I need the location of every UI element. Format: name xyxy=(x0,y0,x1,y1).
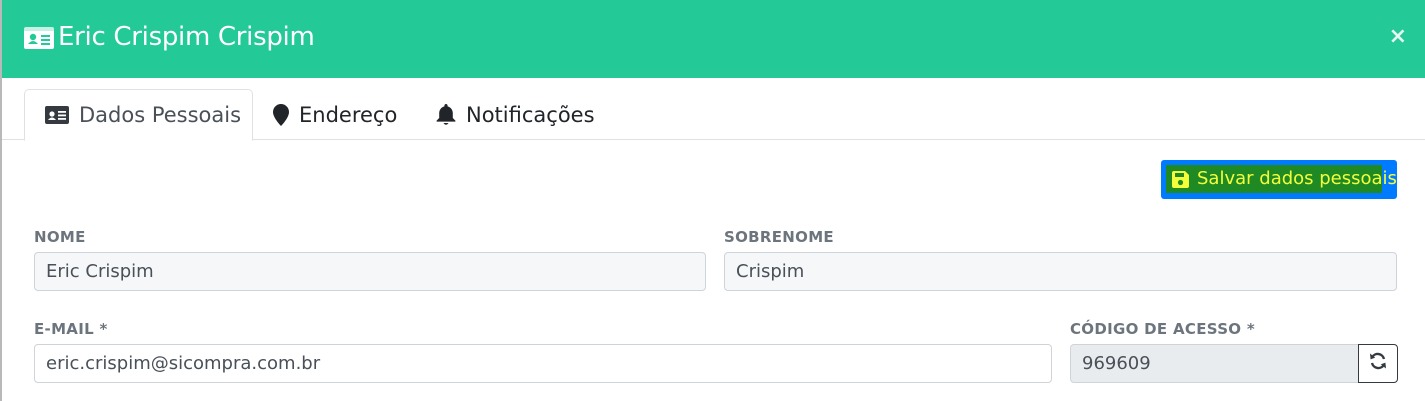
floppy-disk-icon xyxy=(1172,171,1189,193)
tab-dados-pessoais[interactable]: Dados Pessoais xyxy=(24,89,253,141)
modal-header: Eric Crispim Crispim × xyxy=(2,0,1425,78)
close-icon[interactable]: × xyxy=(1389,24,1407,49)
tab-label: Notificações xyxy=(466,103,595,127)
nome-label: NOME xyxy=(34,228,86,246)
email-label: E-MAIL * xyxy=(34,320,108,338)
email-field[interactable]: eric.crispim@sicompra.com.br xyxy=(34,344,1052,383)
tab-label: Endereço xyxy=(299,103,398,127)
codigo-acesso-field[interactable]: 969609 xyxy=(1070,344,1359,383)
id-card-icon xyxy=(45,106,69,124)
tab-endereco[interactable]: Endereço xyxy=(253,89,413,141)
id-card-icon xyxy=(24,27,54,49)
personal-data-modal: Eric Crispim Crispim × Dados Pessoais En… xyxy=(0,0,1425,401)
sobrenome-field[interactable]: Crispim xyxy=(724,252,1397,291)
modal-title: Eric Crispim Crispim xyxy=(58,22,315,52)
save-button-label: Salvar dados pessoais xyxy=(1197,168,1397,189)
refresh-code-button[interactable] xyxy=(1358,344,1398,383)
bell-icon xyxy=(436,104,456,126)
nome-field[interactable]: Eric Crispim xyxy=(34,252,706,291)
refresh-icon xyxy=(1369,352,1387,375)
tab-notificacoes[interactable]: Notificações xyxy=(416,89,616,141)
map-marker-icon xyxy=(273,104,289,126)
tab-label: Dados Pessoais xyxy=(79,103,242,127)
codigo-acesso-label: CÓDIGO DE ACESSO * xyxy=(1070,320,1256,338)
save-personal-data-button[interactable]: Salvar dados pessoais xyxy=(1161,160,1397,199)
tab-bar: Dados Pessoais Endereço Notificações xyxy=(2,78,1425,141)
sobrenome-label: SOBRENOME xyxy=(724,228,834,246)
